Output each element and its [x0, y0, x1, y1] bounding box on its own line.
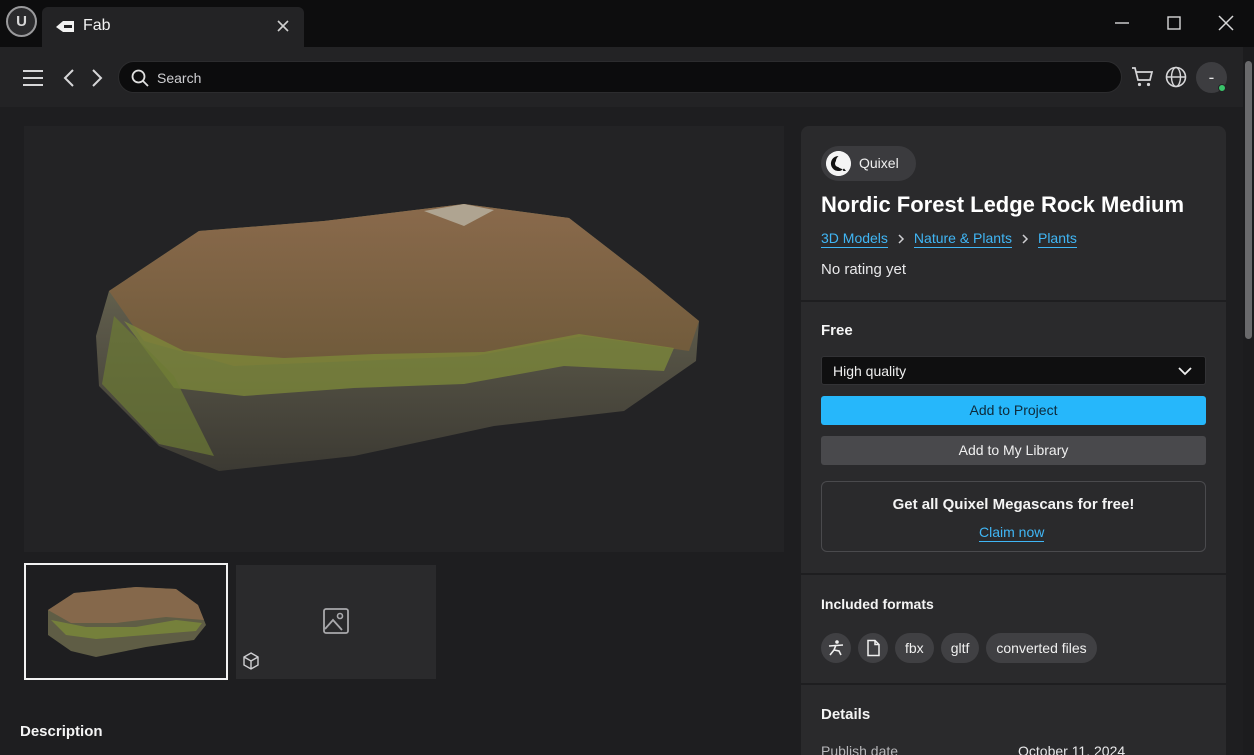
description-heading: Description — [20, 723, 103, 740]
hamburger-menu-icon[interactable] — [21, 66, 45, 90]
cart-icon[interactable] — [1131, 65, 1155, 89]
seller-name: Quixel — [859, 155, 899, 171]
divider — [801, 573, 1226, 575]
format-chip-fbx[interactable]: fbx — [895, 633, 934, 663]
rock-thumbnail — [48, 587, 206, 657]
chevron-right-icon — [898, 234, 904, 244]
format-chip-file[interactable] — [858, 633, 888, 663]
details-heading: Details — [821, 706, 871, 723]
scrollbar[interactable] — [1243, 47, 1254, 755]
quality-selected-value: High quality — [833, 363, 907, 379]
avatar-initial: - — [1208, 67, 1215, 87]
publish-date-value: October 11, 2024 — [1018, 743, 1126, 755]
file-icon — [867, 639, 880, 657]
breadcrumb-plants[interactable]: Plants — [1037, 230, 1077, 248]
add-to-project-button[interactable]: Add to Project — [821, 396, 1206, 425]
rating-text: No rating yet — [821, 261, 907, 278]
maximize-icon[interactable] — [1163, 12, 1185, 34]
publish-date-label: Publish date — [821, 743, 899, 755]
breadcrumb: 3D Models Nature & Plants Plants — [821, 230, 1077, 248]
promo-heading: Get all Quixel Megascans for free! — [892, 496, 1135, 513]
product-title: Nordic Forest Ledge Rock Medium — [821, 192, 1185, 217]
breadcrumb-3d-models[interactable]: 3D Models — [821, 230, 888, 248]
forward-arrow-icon[interactable] — [84, 66, 108, 90]
megascans-promo: Get all Quixel Megascans for free! Claim… — [821, 481, 1206, 552]
gallery-thumbnail-3d-model[interactable] — [236, 565, 436, 679]
quixel-logo-icon — [826, 151, 851, 176]
price-label: Free — [821, 322, 853, 339]
3d-cube-icon — [243, 652, 259, 670]
quality-select[interactable]: High quality — [821, 356, 1206, 385]
zbrush-icon — [828, 640, 844, 656]
tab-fab[interactable]: Fab — [42, 7, 304, 47]
media-viewer[interactable] — [24, 126, 784, 552]
gallery-thumbnail-image[interactable] — [24, 563, 228, 680]
claim-now-link[interactable]: Claim now — [979, 524, 1045, 542]
divider — [801, 683, 1226, 685]
breadcrumb-nature-plants[interactable]: Nature & Plants — [913, 230, 1012, 248]
unreal-engine-logo[interactable]: U — [6, 6, 37, 37]
format-chip-gltf[interactable]: gltf — [940, 633, 980, 663]
scrollbar-thumb[interactable] — [1245, 61, 1252, 339]
rock-preview-image — [96, 204, 699, 471]
back-arrow-icon[interactable] — [58, 66, 82, 90]
formats-heading: Included formats — [821, 596, 934, 612]
add-to-library-button[interactable]: Add to My Library — [821, 436, 1206, 465]
close-window-icon[interactable] — [1215, 12, 1237, 34]
chevron-right-icon — [1022, 234, 1029, 244]
format-chip-converted-files[interactable]: converted files — [986, 633, 1097, 663]
seller-badge[interactable]: Quixel — [821, 146, 916, 181]
format-chip-zbrush[interactable] — [821, 633, 851, 663]
image-placeholder-icon — [323, 608, 349, 634]
search-placeholder: Search — [157, 70, 202, 86]
title-bar: U Fab — [0, 0, 1254, 47]
search-input[interactable]: Search — [118, 61, 1122, 93]
avatar[interactable]: - — [1196, 62, 1227, 93]
product-panel: Quixel Nordic Forest Ledge Rock Medium 3… — [801, 126, 1226, 755]
globe-icon[interactable] — [1164, 65, 1188, 89]
toolbar: Search - — [0, 47, 1243, 107]
search-icon — [131, 69, 149, 87]
format-chips: fbx gltf converted files — [821, 633, 1097, 663]
close-tab-icon[interactable] — [274, 17, 292, 35]
chevron-down-icon — [1178, 367, 1192, 376]
fab-logo-icon — [56, 21, 74, 32]
divider — [801, 300, 1226, 302]
tab-label: Fab — [83, 17, 111, 34]
online-status-dot — [1218, 84, 1226, 92]
minimize-icon[interactable] — [1111, 12, 1133, 34]
